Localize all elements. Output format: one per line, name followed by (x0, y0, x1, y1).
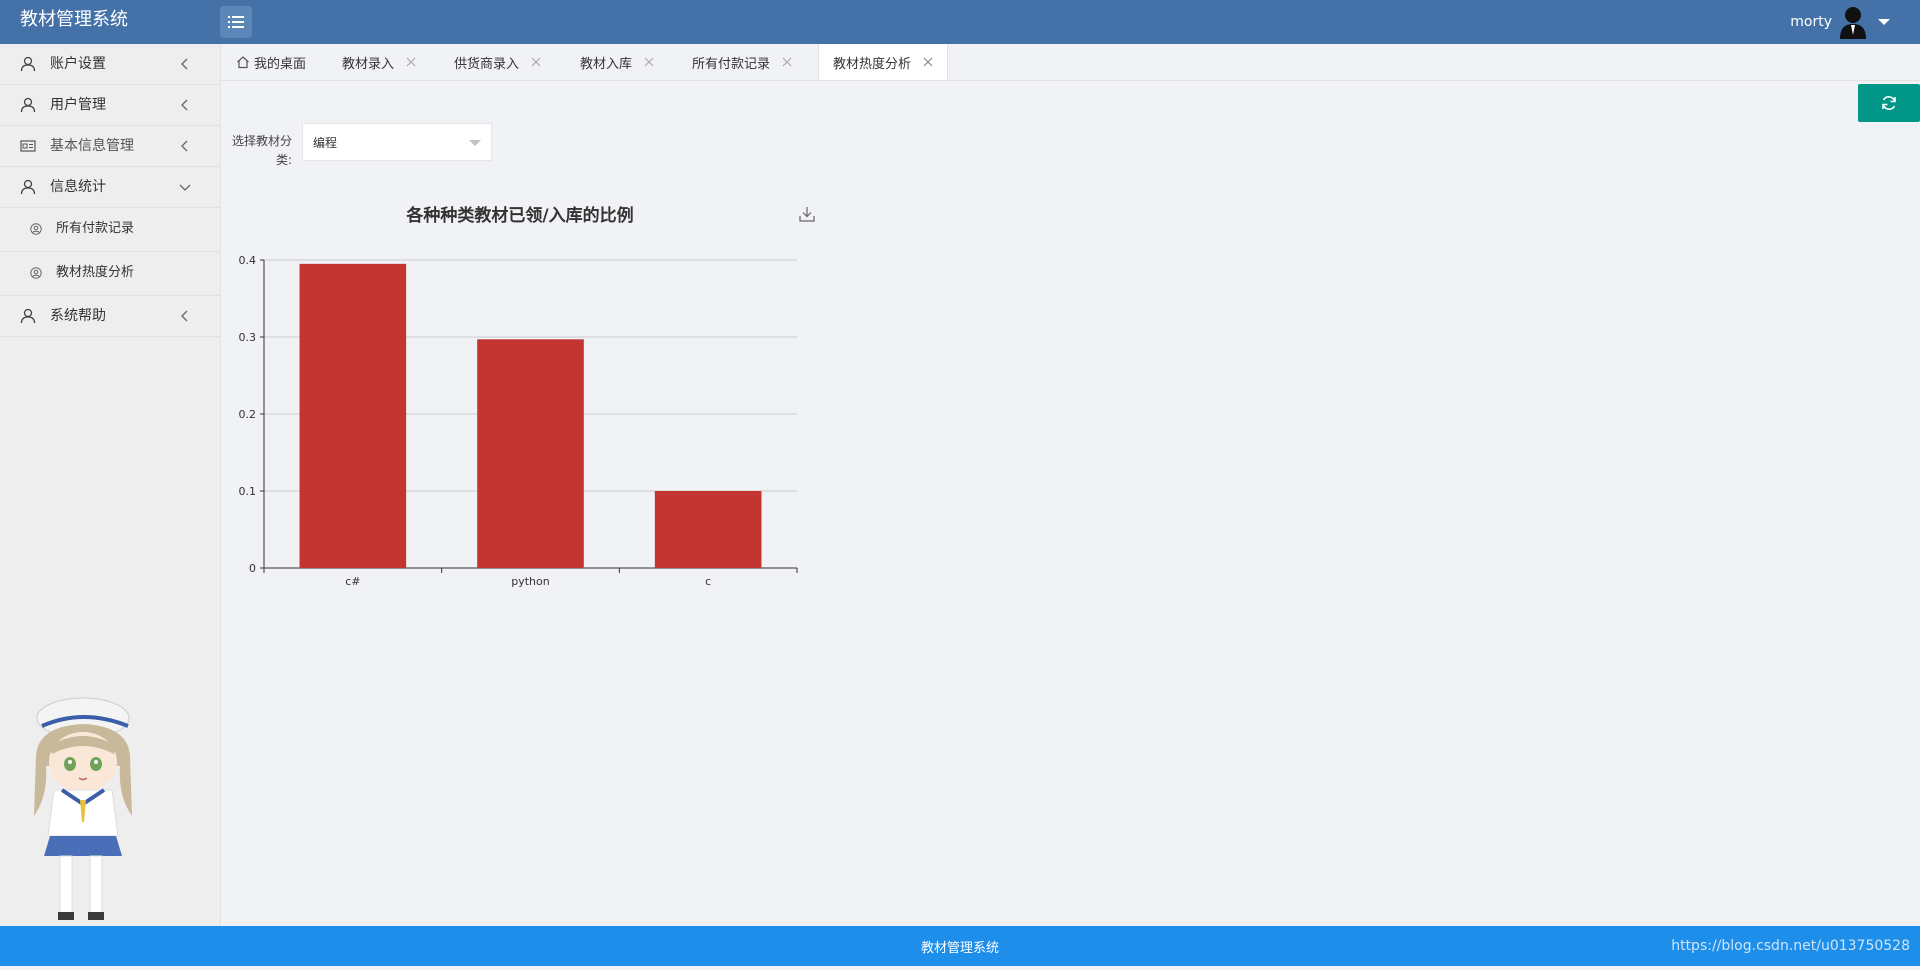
user-icon (20, 308, 36, 324)
sidebar-item-account-settings[interactable]: 账户设置 (0, 44, 220, 85)
x-tick-label: python (511, 575, 550, 588)
category-filter-label: 选择教材分类: (232, 134, 293, 167)
chevron-left-icon (181, 58, 188, 70)
sidebar-item-system-help[interactable]: 系统帮助 (0, 296, 220, 337)
sidebar-subitem-payment-records[interactable]: 所有付款记录 (0, 208, 220, 252)
footer-title: 教材管理系统 (920, 941, 999, 956)
x-tick-label: c (705, 575, 711, 588)
footer-url[interactable]: https://blog.csdn.net/u013750528 (1671, 938, 1910, 954)
footer: 教材管理系统 https://blog.csdn.net/u013750528 (0, 926, 1920, 966)
tab-label: 教材热度分析 (833, 56, 912, 72)
category-select[interactable]: 编程 (302, 123, 492, 161)
sidebar-subitem-label: 教材热度分析 (56, 265, 135, 280)
tab-textbook-entry[interactable]: 教材录入 (342, 44, 416, 80)
bar-python (477, 339, 584, 568)
close-icon[interactable] (406, 57, 416, 67)
chevron-left-icon (181, 140, 188, 152)
x-tick-label: c# (345, 575, 360, 588)
tab-label: 教材入库 (580, 56, 633, 72)
menu-icon (228, 16, 244, 28)
tab-supplier-entry[interactable]: 供货商录入 (454, 44, 541, 80)
sidebar-item-label: 系统帮助 (50, 308, 106, 324)
user-menu[interactable]: morty (1790, 4, 1890, 40)
close-icon[interactable] (531, 57, 541, 67)
user-icon (20, 179, 36, 195)
refresh-button[interactable] (1858, 84, 1920, 122)
tab-my-desktop[interactable]: 我的桌面 (236, 44, 306, 80)
refresh-icon (1882, 96, 1896, 110)
bar-c# (299, 263, 407, 568)
username: morty (1790, 14, 1832, 30)
caret-down-icon (469, 140, 481, 146)
tab-label: 我的桌面 (254, 56, 307, 72)
home-icon (237, 56, 249, 69)
bar-chart: 各种种类教材已领/入库的比例 0 0.1 0.2 0.3 0.4 c# python c (232, 195, 832, 595)
caret-down-icon (1878, 19, 1890, 25)
user-icon (20, 56, 36, 72)
user-circle-icon (30, 267, 42, 279)
tab-bar: 我的桌面 教材录入 供货商录入 教材入库 所有付款记录 教材热度分析 (221, 44, 1920, 81)
y-tick-label: 0.2 (239, 408, 257, 421)
avatar-icon (1840, 7, 1866, 39)
y-tick-label: 0.1 (239, 485, 257, 498)
sidebar-item-label: 信息统计 (50, 179, 106, 195)
top-header: 教材管理系统 morty (0, 0, 1920, 44)
app-title: 教材管理系统 (20, 9, 128, 30)
user-circle-icon (30, 223, 42, 235)
tab-payment-records[interactable]: 所有付款记录 (692, 44, 792, 80)
tab-label: 所有付款记录 (692, 56, 771, 72)
sidebar-item-label: 账户设置 (50, 56, 106, 72)
menu-toggle-button[interactable] (220, 6, 252, 38)
sidebar-item-user-management[interactable]: 用户管理 (0, 85, 220, 126)
sidebar-item-statistics[interactable]: 信息统计 (0, 167, 220, 208)
chart-plot: 0 0.1 0.2 0.3 0.4 c# python c (239, 254, 798, 588)
y-tick-label: 0.3 (239, 331, 257, 344)
y-tick-label: 0 (249, 562, 256, 575)
tab-label: 教材录入 (342, 56, 395, 72)
y-tick-label: 0.4 (239, 254, 257, 267)
sidebar-subitem-label: 所有付款记录 (56, 221, 135, 236)
sidebar-subitem-textbook-popularity[interactable]: 教材热度分析 (0, 252, 220, 296)
tab-textbook-popularity[interactable]: 教材热度分析 (818, 44, 949, 80)
tab-textbook-stockin[interactable]: 教材入库 (580, 44, 654, 80)
sidebar-item-label: 基本信息管理 (50, 138, 134, 154)
bar-c (654, 491, 762, 568)
user-icon (20, 97, 36, 113)
close-icon[interactable] (782, 57, 792, 67)
close-icon[interactable] (644, 57, 654, 67)
close-icon[interactable] (923, 57, 933, 67)
sidebar-item-label: 用户管理 (50, 97, 106, 113)
category-select-value: 编程 (313, 136, 338, 150)
sidebar-item-basic-info[interactable]: 基本信息管理 (0, 126, 220, 167)
chevron-left-icon (181, 99, 188, 111)
tab-label: 供货商录入 (454, 56, 520, 72)
chevron-left-icon (181, 310, 188, 322)
mascot-illustration (34, 697, 132, 920)
chevron-down-icon (179, 184, 191, 191)
id-card-icon (20, 140, 36, 152)
